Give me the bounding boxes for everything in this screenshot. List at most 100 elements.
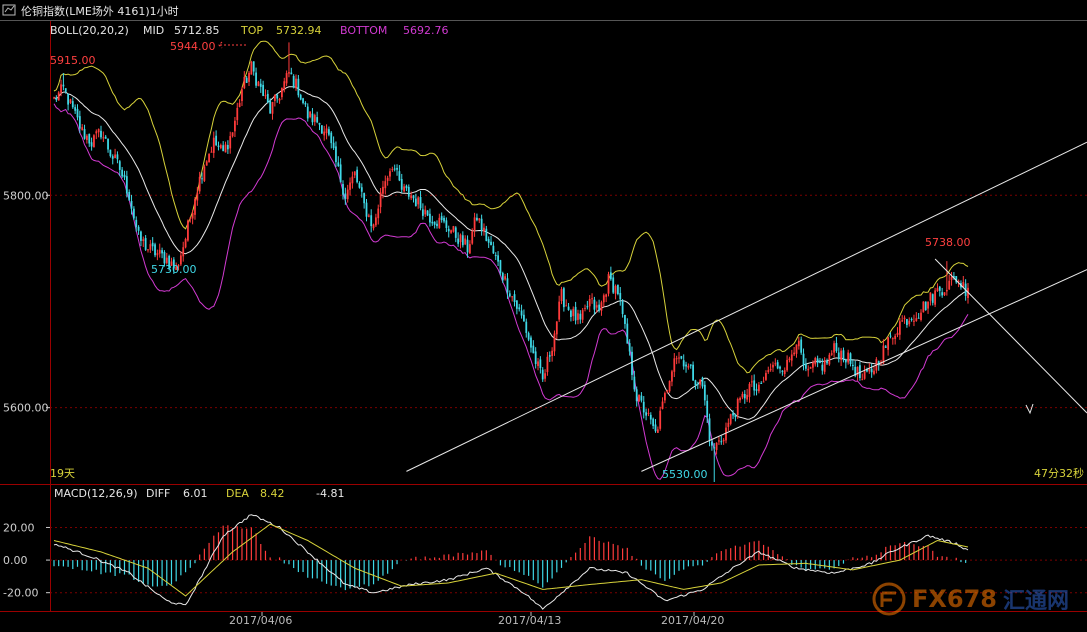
- candle-body[interactable]: [257, 81, 260, 86]
- candle-body[interactable]: [891, 338, 894, 340]
- candle-body[interactable]: [83, 129, 86, 139]
- candle-body[interactable]: [299, 94, 302, 100]
- candle-body[interactable]: [525, 321, 528, 333]
- candle-body[interactable]: [203, 166, 206, 181]
- candle-body[interactable]: [830, 353, 833, 355]
- candle-body[interactable]: [316, 117, 319, 123]
- candle-body[interactable]: [158, 249, 161, 254]
- candle-body[interactable]: [429, 213, 431, 223]
- candle-body[interactable]: [814, 358, 817, 365]
- candle-body[interactable]: [137, 226, 140, 231]
- candle-body[interactable]: [609, 272, 612, 280]
- candle-body[interactable]: [182, 247, 185, 257]
- candle-body[interactable]: [647, 412, 650, 414]
- candle-body[interactable]: [330, 132, 333, 144]
- candle-body[interactable]: [109, 149, 112, 157]
- candle-body[interactable]: [837, 352, 840, 359]
- candle-body[interactable]: [283, 81, 286, 90]
- candle-body[interactable]: [553, 333, 556, 352]
- candle-body[interactable]: [555, 321, 558, 335]
- candle-body[interactable]: [466, 239, 469, 253]
- candle-body[interactable]: [901, 320, 904, 322]
- candle-body[interactable]: [694, 380, 697, 386]
- candle-body[interactable]: [898, 321, 901, 335]
- candle-body[interactable]: [123, 174, 126, 178]
- upper-channel-line[interactable]: [406, 141, 1087, 472]
- candle-body[interactable]: [873, 370, 875, 374]
- candle-body[interactable]: [844, 359, 847, 363]
- candle-body[interactable]: [121, 169, 124, 177]
- candle-body[interactable]: [504, 276, 507, 280]
- candle-body[interactable]: [393, 168, 396, 170]
- candle-body[interactable]: [518, 307, 521, 310]
- candle-body[interactable]: [325, 128, 328, 134]
- candle-body[interactable]: [849, 353, 852, 364]
- candle-body[interactable]: [812, 362, 814, 368]
- candle-body[interactable]: [746, 394, 749, 400]
- candle-body[interactable]: [440, 216, 443, 221]
- candle-body[interactable]: [508, 293, 511, 297]
- candle-body[interactable]: [208, 154, 210, 163]
- candle-body[interactable]: [537, 361, 539, 367]
- candle-body[interactable]: [570, 310, 572, 317]
- candle-body[interactable]: [447, 228, 450, 232]
- candle-body[interactable]: [755, 389, 758, 391]
- chart-canvas[interactable]: 伦铜指数(LME场外 4161)1小时 BOLL(20,20,2) MID 57…: [0, 0, 1087, 628]
- candle-body[interactable]: [558, 301, 561, 320]
- candle-body[interactable]: [626, 323, 629, 344]
- candle-body[interactable]: [515, 300, 518, 309]
- candle-body[interactable]: [790, 354, 793, 361]
- candle-body[interactable]: [205, 161, 208, 166]
- candle-body[interactable]: [370, 215, 373, 227]
- candle-body[interactable]: [920, 312, 922, 320]
- candle-body[interactable]: [351, 176, 354, 184]
- candle-body[interactable]: [318, 122, 321, 125]
- candle-body[interactable]: [617, 284, 619, 295]
- candle-body[interactable]: [487, 239, 490, 243]
- candle-body[interactable]: [499, 260, 502, 274]
- candle-body[interactable]: [497, 255, 499, 262]
- candle-body[interactable]: [471, 231, 474, 244]
- candle-body[interactable]: [835, 343, 838, 352]
- candle-body[interactable]: [936, 288, 939, 292]
- candle-body[interactable]: [241, 89, 243, 101]
- candle-body[interactable]: [602, 295, 605, 303]
- candle-body[interactable]: [459, 234, 462, 243]
- candle-body[interactable]: [739, 397, 741, 401]
- candle-body[interactable]: [765, 373, 767, 380]
- candle-body[interactable]: [457, 238, 460, 244]
- candle-body[interactable]: [574, 306, 577, 321]
- candle-body[interactable]: [598, 304, 601, 311]
- candle-body[interactable]: [248, 72, 250, 82]
- candle-body[interactable]: [713, 447, 716, 449]
- candle-body[interactable]: [649, 414, 652, 420]
- projection-arrow-line[interactable]: [934, 258, 1087, 414]
- candle-body[interactable]: [337, 162, 340, 167]
- candle-body[interactable]: [335, 146, 337, 163]
- candle-body[interactable]: [400, 179, 403, 190]
- candle-body[interactable]: [405, 185, 408, 189]
- candle-body[interactable]: [840, 350, 843, 360]
- candle-body[interactable]: [76, 108, 79, 118]
- candle-body[interactable]: [452, 226, 455, 232]
- candle-body[interactable]: [591, 298, 593, 300]
- candle-body[interactable]: [468, 244, 471, 254]
- candle-body[interactable]: [821, 364, 824, 371]
- candle-body[interactable]: [344, 193, 347, 199]
- candle-body[interactable]: [527, 333, 530, 340]
- candle-body[interactable]: [896, 332, 899, 336]
- candle-body[interactable]: [328, 129, 330, 135]
- candle-body[interactable]: [161, 250, 163, 254]
- candle-body[interactable]: [922, 301, 925, 313]
- candle-body[interactable]: [461, 235, 464, 246]
- candle-body[interactable]: [607, 274, 610, 294]
- candle-body[interactable]: [513, 294, 516, 303]
- candle-body[interactable]: [81, 127, 84, 130]
- candle-body[interactable]: [562, 288, 565, 308]
- candle-body[interactable]: [699, 379, 702, 385]
- candle-body[interactable]: [358, 182, 361, 188]
- candle-body[interactable]: [492, 245, 495, 254]
- candle-body[interactable]: [541, 369, 544, 380]
- candle-body[interactable]: [565, 305, 568, 307]
- candle-body[interactable]: [722, 439, 725, 442]
